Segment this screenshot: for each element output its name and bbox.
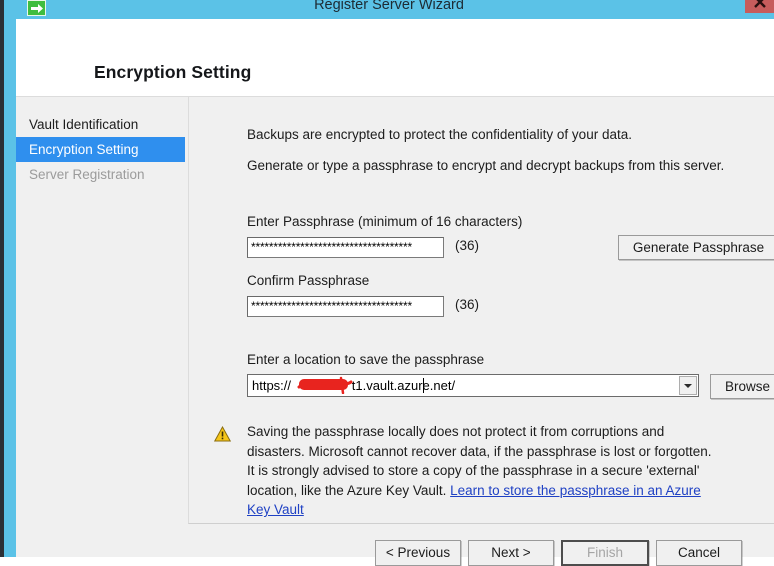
wizard-button-bar: < Previous Next > Finish Cancel — [16, 525, 774, 566]
next-button[interactable]: Next > — [468, 540, 554, 566]
passphrase-input[interactable]: ************************************ — [247, 237, 444, 258]
wizard-window: Register Server Wizard Encryption Settin… — [0, 0, 774, 566]
intro-text-line-2: Generate or type a passphrase to encrypt… — [247, 158, 725, 173]
header-band: Encryption Setting — [16, 19, 774, 97]
content-panel: Backups are encrypted to protect the con… — [188, 97, 774, 524]
desktop-background-edge — [0, 0, 4, 557]
text-cursor — [423, 378, 424, 393]
location-url-suffix: t1.vault.azure.net/ — [351, 378, 456, 393]
title-bar: Register Server Wizard — [4, 0, 774, 19]
sidebar-item-label: Vault Identification — [29, 117, 139, 132]
location-combobox[interactable]: https://XXXXXXXt1.vault.azure.net/ — [247, 374, 699, 397]
sidebar-item-label: Encryption Setting — [29, 142, 139, 157]
location-label: Enter a location to save the passphrase — [247, 352, 485, 367]
generate-passphrase-button[interactable]: Generate Passphrase — [618, 235, 774, 260]
sidebar-item-label: Server Registration — [29, 167, 145, 182]
redaction-scribble — [297, 376, 353, 394]
window-title: Register Server Wizard — [314, 0, 464, 13]
confirm-passphrase-label: Confirm Passphrase — [247, 273, 370, 288]
close-icon[interactable] — [745, 0, 774, 13]
passphrase-label: Enter Passphrase (minimum of 16 characte… — [247, 214, 523, 229]
cancel-button[interactable]: Cancel — [656, 540, 742, 566]
intro-text-line-1: Backups are encrypted to protect the con… — [247, 127, 632, 142]
location-url-prefix: https:// — [252, 378, 292, 393]
browse-button[interactable]: Browse — [710, 374, 774, 399]
sidebar-item-server-registration: Server Registration — [16, 162, 185, 187]
page-title: Encryption Setting — [94, 62, 252, 82]
passphrase-char-count: (36) — [455, 238, 480, 253]
sidebar-item-encryption-setting[interactable]: Encryption Setting — [16, 137, 185, 162]
confirm-passphrase-input[interactable]: ************************************ — [247, 296, 444, 317]
warning-triangle-icon — [214, 426, 231, 442]
chevron-down-icon[interactable] — [679, 376, 697, 395]
sidebar-item-vault-identification[interactable]: Vault Identification — [16, 112, 185, 137]
previous-button[interactable]: < Previous — [375, 540, 461, 566]
finish-button: Finish — [561, 540, 649, 566]
wizard-step-nav: Vault Identification Encryption Setting … — [16, 97, 185, 557]
warning-message: Saving the passphrase locally does not p… — [247, 422, 721, 520]
confirm-passphrase-char-count: (36) — [455, 297, 480, 312]
dialog-body: Encryption Setting Vault Identification … — [16, 19, 774, 566]
